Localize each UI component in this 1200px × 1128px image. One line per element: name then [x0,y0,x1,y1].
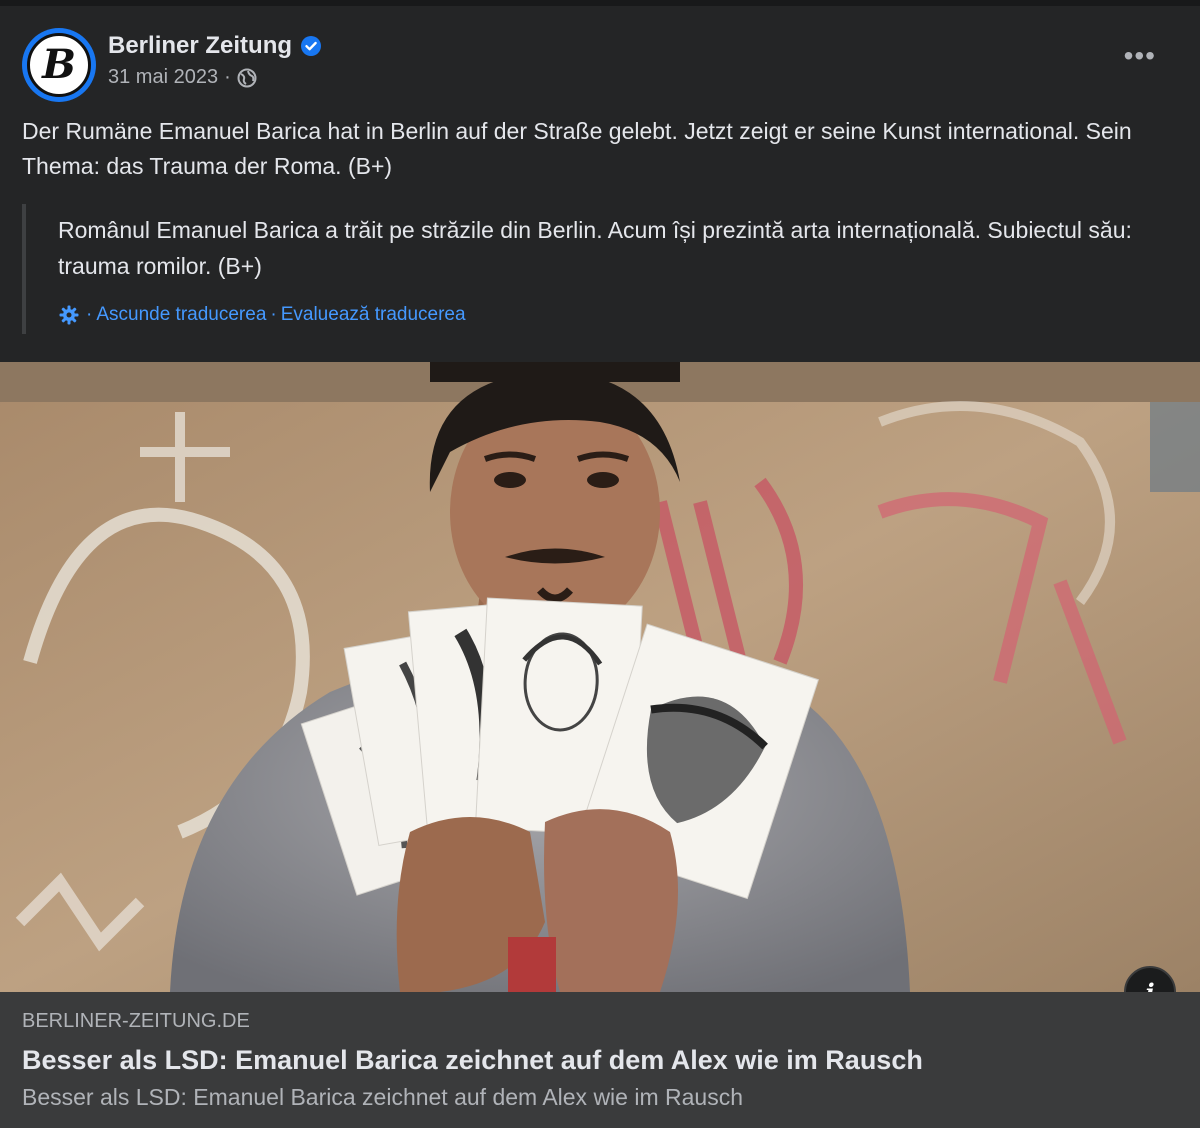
link-separator: · [86,304,93,325]
translation-text: Românul Emanuel Barica a trăit pe străzi… [58,217,1132,279]
avatar-letter: B [42,41,76,88]
translation-block: Românul Emanuel Barica a trăit pe străzi… [22,204,1162,334]
post-header: B Berliner Zeitung 31 mai 2023 · [22,28,322,102]
translation-links: · Ascunde traducerea · Evaluează traduce… [58,304,1162,326]
post-date[interactable]: 31 mai 2023 [108,66,218,89]
photo-illustration [0,362,1200,992]
globe-icon[interactable] [237,68,257,88]
date-separator: · [224,66,231,88]
verified-badge-icon [301,36,322,56]
link-title[interactable]: Besser als LSD: Emanuel Barica zeichnet … [22,1045,1178,1076]
hide-translation-link[interactable]: Ascunde traducerea [96,304,266,326]
page-name-row: Berliner Zeitung [108,32,322,60]
gear-icon[interactable] [58,304,80,326]
page-avatar[interactable]: B [22,28,96,102]
post-message: Der Rumäne Emanuel Barica hat in Berlin … [22,118,1132,179]
link-domain: BERLINER-ZEITUNG.DE [22,1010,250,1032]
page-name[interactable]: Berliner Zeitung [108,32,292,60]
more-options-button[interactable]: ••• [1124,42,1156,70]
post-photo[interactable] [0,362,1200,992]
post-subline: 31 mai 2023 · [108,66,322,89]
link-description: Besser als LSD: Emanuel Barica zeichnet … [22,1084,743,1110]
link-preview-card[interactable]: BERLINER-ZEITUNG.DE Besser als LSD: Eman… [0,992,1200,1128]
post-meta: Berliner Zeitung 31 mai 2023 · [108,28,322,89]
rate-translation-link[interactable]: Evaluează traducerea [281,304,466,326]
link-separator: · [270,304,277,325]
facebook-post: B Berliner Zeitung 31 mai 2023 · ••• Der… [0,0,1200,1128]
avatar-logo: B [27,33,91,97]
top-band [0,0,1200,6]
